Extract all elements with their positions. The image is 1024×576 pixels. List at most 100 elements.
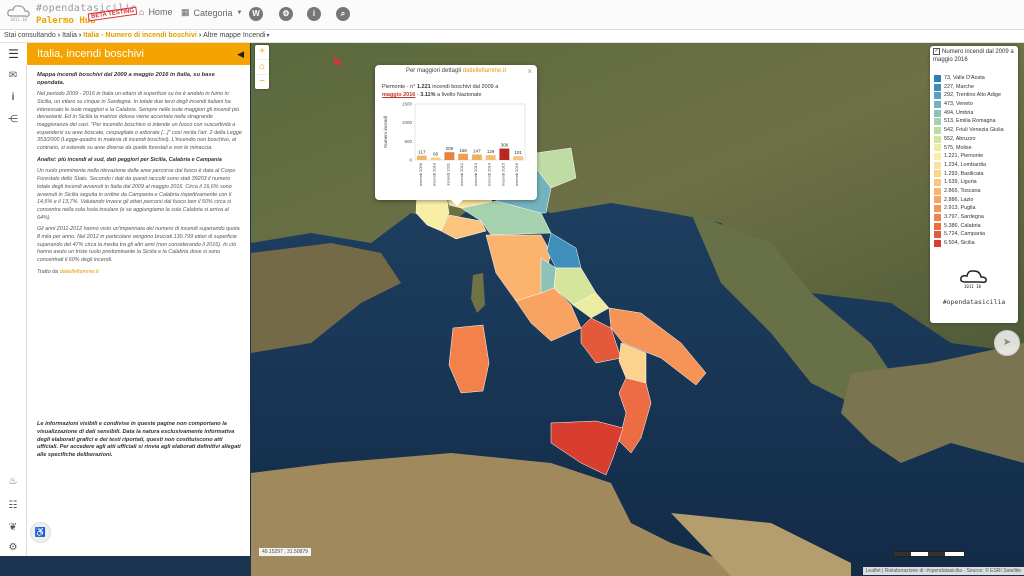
side-icon-bar: ✉ i ⋲ ♨ ☷ ❦ ⚙	[0, 43, 27, 556]
panel-body: Mappa incendi boschivi dal 2009 a maggio…	[37, 71, 242, 280]
breadcrumb-italia[interactable]: Italia	[62, 30, 77, 42]
legend-item: 473, Veneto	[934, 100, 1004, 109]
map-view[interactable]: + ⌂ − 49.15297 ; 31.50879 Leaflet | Riel…	[251, 43, 1024, 576]
legend-swatch	[934, 170, 941, 178]
share-button[interactable]: ⋲	[0, 109, 26, 129]
legend-label: 5.724, Campania	[944, 231, 986, 238]
popup-desc-end: a livello Nazionale	[437, 91, 482, 98]
legend-label: 6.504, Sicilia	[944, 240, 975, 247]
settings-side-button[interactable]: ⚙	[0, 537, 26, 557]
legend-item: 1.234, Lombardia	[934, 161, 1004, 170]
legend-swatch	[934, 118, 941, 126]
grid-icon: ▦	[181, 7, 190, 17]
zoom-in-button[interactable]: +	[255, 45, 269, 60]
popup-period: maggio 2016	[382, 91, 416, 98]
chart-bar	[485, 155, 496, 160]
legend-item: 5.724, Campania	[934, 230, 1004, 239]
svg-text:1011 10: 1011 10	[10, 17, 27, 22]
legend-swatch	[934, 213, 941, 221]
legend-item: 2.886, Lazio	[934, 196, 1004, 205]
info-side-button[interactable]: i	[0, 87, 26, 107]
legend-item: 2.913, Puglia	[934, 204, 1004, 213]
panel-paragraph-3: Gli anni 2011-2012 hanno visto un'impenn…	[37, 226, 240, 263]
legend-item: 2.865, Toscana	[934, 187, 1004, 196]
zoom-control: + ⌂ −	[255, 45, 269, 89]
envelope-icon: ✉	[8, 69, 18, 81]
logo-subtitle: Palermo Hub	[36, 16, 96, 26]
compass-button[interactable]: ➤	[994, 330, 1020, 356]
legend-label: 227, Marche	[944, 83, 974, 90]
legend-swatch	[934, 109, 941, 117]
accessibility-icon: ♿	[34, 527, 47, 537]
legend-layer-checkbox[interactable]: ✓	[933, 48, 940, 55]
legend-item: 1.221, Piemonte	[934, 152, 1004, 161]
info-icon: i	[307, 7, 321, 21]
home-extent-button[interactable]: ⌂	[255, 60, 269, 75]
menu-toggle-button[interactable]: ☰	[0, 43, 27, 65]
legend-list: 73, Valle D'Aosta 227, Marche 292, Trentin…	[934, 74, 1004, 248]
sitemap-button[interactable]: ☷	[0, 495, 26, 515]
popup-tip	[451, 200, 463, 206]
info-button[interactable]: i	[307, 7, 321, 21]
hamburger-icon: ☰	[8, 47, 19, 61]
search-button[interactable]: ⌕	[336, 7, 350, 21]
popup-desc-mid: incendi boschivi dal 2009 a	[432, 84, 499, 90]
settings-button[interactable]: ⚙	[279, 7, 293, 21]
envelope-button[interactable]: ✉	[0, 65, 26, 85]
chevron-right-icon: ›	[57, 32, 61, 39]
chart-data-label: 306	[501, 143, 509, 148]
legend-item: 542, Friuli Venezia Giulia	[934, 126, 1004, 135]
zoom-out-button[interactable]: −	[255, 75, 269, 89]
panel-source-label: Tratto da	[37, 268, 59, 275]
breadcrumb-current: Italia - Numero di incendi boschivi	[83, 32, 197, 39]
legend-swatch	[934, 187, 941, 195]
chart-bar	[458, 153, 469, 160]
chart-y-tick-label: 1000	[402, 120, 413, 125]
popup-region: Piemonte	[382, 84, 406, 90]
panel-analysis-heading: Analisi: più incendi al sud, dati peggio…	[37, 156, 222, 163]
nav-home[interactable]: ⌂ Home	[139, 7, 172, 17]
legend-label: 2.913, Puglia	[944, 205, 976, 212]
site-logo[interactable]: 1011 10 #opendatasicilia Palermo Hub BET…	[6, 2, 138, 27]
popup-header-link[interactable]: datiellefiamme.it	[463, 68, 506, 74]
breadcrumb-altre-mappe[interactable]: Altre mappe Incendi	[203, 30, 265, 42]
legend-label: 1.293, Basilicata	[944, 170, 984, 177]
chart-category-label: incendi 2014	[487, 162, 492, 185]
chart-data-label: 101	[514, 150, 522, 155]
chart-category-label: incendi 2013	[473, 162, 478, 185]
nav-categoria-dropdown[interactable]: ▦ Categoria ▼	[181, 7, 243, 18]
legend-header: ✓ Numero incendi dal 2009 a maggio 2016	[933, 48, 1017, 64]
collapse-panel-button[interactable]: ◀	[237, 43, 244, 65]
leaf-icon: ❦	[8, 521, 18, 533]
fire-button[interactable]: ♨	[0, 471, 26, 491]
legend-label: 2.865, Toscana	[944, 187, 981, 194]
legend-item: 552, Abruzzo	[934, 135, 1004, 144]
popup-header: Per maggiori dettagli datiellefiamme.it	[375, 68, 537, 74]
accessibility-button[interactable]: ♿	[30, 522, 51, 543]
legend-label: 575, Molise	[944, 144, 972, 151]
legend-label: 513, Emilia Romagna	[944, 118, 996, 125]
gear-icon: ⚙	[8, 541, 18, 553]
chart-data-label: 129	[487, 149, 495, 154]
panel-paragraph-2: Un ruolo preminente nella rilevazione de…	[37, 168, 236, 221]
chart-y-axis-label: Numero incendi	[383, 116, 388, 148]
legend-label: 1.234, Lombardia	[944, 161, 986, 168]
legend-swatch	[934, 231, 941, 239]
breadcrumb-prefix: Stai consultando	[4, 32, 56, 39]
panel-paragraph-1: Nel periodo 2009 - 2016 in Italia un ett…	[37, 91, 242, 152]
leaf-button[interactable]: ❦	[0, 517, 26, 537]
chart-bar	[430, 157, 441, 160]
wordpress-button[interactable]: W	[249, 7, 263, 21]
caret-left-icon: ◀	[237, 49, 244, 59]
popup-description: Piemonte - n° 1.221 incendi boschivi dal…	[382, 84, 499, 98]
legend-swatch	[934, 196, 941, 204]
legend-swatch	[934, 239, 941, 247]
legend-swatch	[934, 222, 941, 230]
legend-brand-text: #opendatasicilia	[942, 298, 1006, 306]
home-icon: ⌂	[139, 7, 145, 17]
sitemap-icon: ☷	[8, 499, 18, 511]
svg-text:1011 10: 1011 10	[964, 284, 981, 289]
chart-data-label: 66	[433, 152, 439, 157]
legend-swatch	[934, 92, 941, 100]
panel-source-link[interactable]: datiellefiamme.it	[60, 269, 99, 275]
